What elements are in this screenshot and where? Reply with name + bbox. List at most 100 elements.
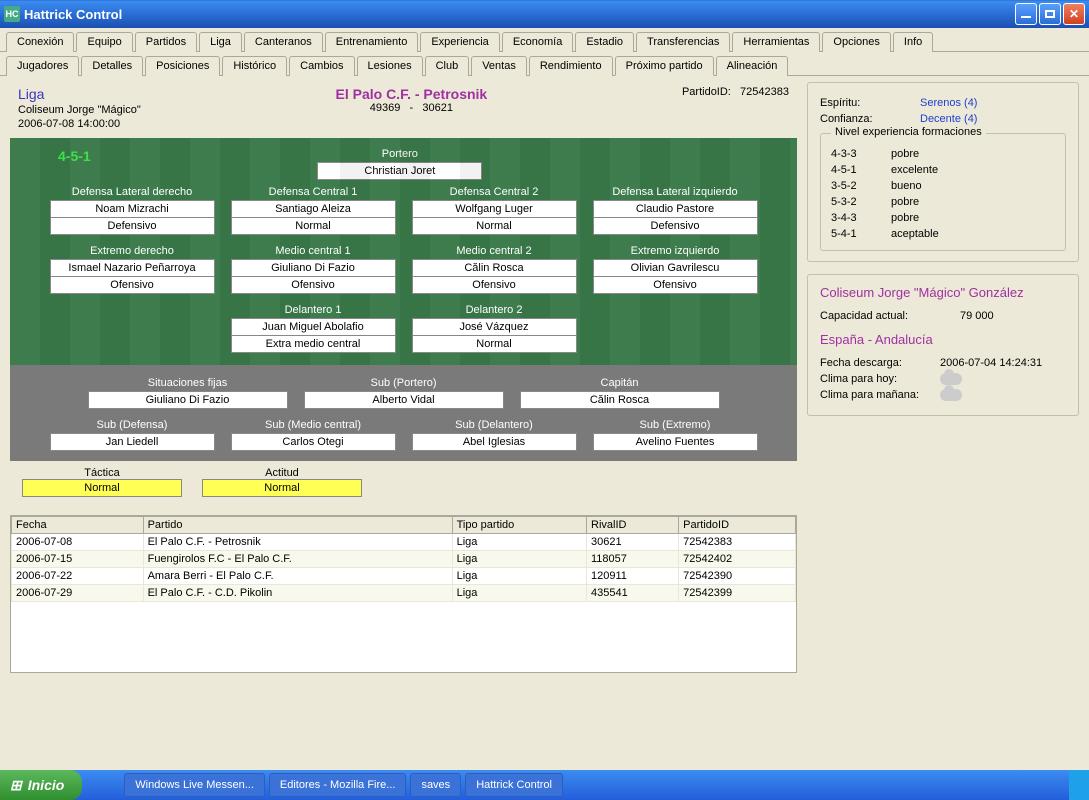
table-row[interactable]: 2006-07-29El Palo C.F. - C.D. PikolinLig… [12,585,796,602]
player-box[interactable]: Carlos Otegi [231,433,396,451]
player-box[interactable]: Călin Rosca [412,259,577,277]
lineup-pitch: 4-5-1 Portero Christian Joret Defensa La… [10,138,797,365]
region-name: España - Andalucía [820,332,1066,347]
main-tab-experiencia[interactable]: Experiencia [420,32,499,52]
main-tab-estadio[interactable]: Estadio [575,32,634,52]
player-box[interactable]: Giuliano Di Fazio [231,259,396,277]
sub-tab-7[interactable]: Ventas [471,56,527,76]
spirit-value: Serenos (4) [920,97,977,109]
download-date-label: Fecha descarga: [820,357,940,369]
taskbar-item[interactable]: Windows Live Messen... [124,773,265,797]
player-box[interactable]: Abel Iglesias [412,433,577,451]
order-box[interactable]: Ofensivo [593,277,758,294]
sub-tab-1[interactable]: Detalles [81,56,143,76]
player-box[interactable]: Ismael Nazario Peñarroya [50,259,215,277]
table-row[interactable]: 2006-07-15Fuengirolos F.C - El Palo C.F.… [12,551,796,568]
player-box[interactable]: Santiago Aleiza [231,200,396,218]
table-header[interactable]: RivalID [587,517,679,534]
sub-tab-4[interactable]: Cambios [289,56,354,76]
sub-tab-6[interactable]: Club [425,56,470,76]
player-box[interactable]: Noam Mizrachi [50,200,215,218]
sub-tab-2[interactable]: Posiciones [145,56,220,76]
tactic-value[interactable]: Normal [22,479,182,497]
window-title: Hattrick Control [24,7,1015,22]
player-box[interactable]: Alberto Vidal [304,391,504,409]
maximize-button[interactable] [1039,3,1061,25]
attitude-label: Actitud [202,467,362,479]
sub-tab-3[interactable]: Histórico [222,56,287,76]
table-row[interactable]: 2006-07-08El Palo C.F. - PetrosnikLiga30… [12,534,796,551]
order-box[interactable]: Extra medio central [231,336,396,353]
main-tab-info[interactable]: Info [893,32,933,52]
table-header[interactable]: Partido [143,517,452,534]
match-datetime: 2006-07-08 14:00:00 [18,118,141,130]
sub-tab-9[interactable]: Próximo partido [615,56,714,76]
main-tab-liga[interactable]: Liga [199,32,242,52]
attitude-value[interactable]: Normal [202,479,362,497]
main-tabbar: ConexiónEquipoPartidosLigaCanteranosEntr… [0,28,1089,52]
sub-tab-10[interactable]: Alineación [716,56,789,76]
stadium-name: Coliseum Jorge "Mágico" [18,104,141,116]
order-box[interactable]: Defensivo [593,218,758,235]
formexp-row: 5-4-1aceptable [831,228,1055,240]
order-box[interactable]: Normal [231,218,396,235]
main-tab-partidos[interactable]: Partidos [135,32,197,52]
formexp-row: 4-3-3pobre [831,148,1055,160]
player-box[interactable]: Avelino Fuentes [593,433,758,451]
position-label: Delantero 1 [231,302,396,318]
sub-tabbar: JugadoresDetallesPosicionesHistóricoCamb… [0,52,1089,76]
sub-tab-8[interactable]: Rendimiento [529,56,613,76]
sub-tab-5[interactable]: Lesiones [357,56,423,76]
player-box[interactable]: Olivian Gavrilescu [593,259,758,277]
position-label: Extremo izquierdo [593,243,758,259]
minimize-button[interactable] [1015,3,1037,25]
main-tab-conexión[interactable]: Conexión [6,32,74,52]
main-tab-entrenamiento[interactable]: Entrenamiento [325,32,419,52]
order-box[interactable]: Ofensivo [231,277,396,294]
position-label: Sub (Delantero) [412,417,577,433]
position-label: Delantero 2 [412,302,577,318]
order-box[interactable]: Normal [412,218,577,235]
main-tab-canteranos[interactable]: Canteranos [244,32,323,52]
player-box[interactable]: Claudio Pastore [593,200,758,218]
order-box[interactable]: Ofensivo [50,277,215,294]
match-header: Liga Coliseum Jorge "Mágico" 2006-07-08 … [10,82,797,134]
position-label: Capitán [520,375,720,391]
taskbar-item[interactable]: saves [410,773,461,797]
main-tab-herramientas[interactable]: Herramientas [732,32,820,52]
capacity-label: Capacidad actual: [820,310,960,322]
match-title: El Palo C.F. - Petrosnik [336,86,488,102]
table-row[interactable]: 2006-07-22Amara Berri - El Palo C.F.Liga… [12,568,796,585]
taskbar-item[interactable]: Hattrick Control [465,773,563,797]
main-tab-economía[interactable]: Economía [502,32,574,52]
player-box[interactable]: Wolfgang Luger [412,200,577,218]
system-tray[interactable] [1069,770,1089,800]
table-header[interactable]: PartidoID [679,517,796,534]
player-box[interactable]: José Vázquez [412,318,577,336]
weather-today-label: Clima para hoy: [820,373,940,385]
table-header[interactable]: Tipo partido [452,517,586,534]
taskbar-item[interactable]: Editores - Mozilla Fire... [269,773,407,797]
start-button[interactable]: ⊞Inicio [0,770,82,800]
player-gk[interactable]: Christian Joret [317,162,482,180]
order-box[interactable]: Ofensivo [412,277,577,294]
position-label: Extremo derecho [50,243,215,259]
order-box[interactable]: Defensivo [50,218,215,235]
main-tab-equipo[interactable]: Equipo [76,32,132,52]
main-tab-opciones[interactable]: Opciones [822,32,890,52]
order-box[interactable]: Normal [412,336,577,353]
formexp-title: Nivel experiencia formaciones [831,126,986,138]
match-ids: 49369 - 30621 [336,102,488,114]
formexp-row: 5-3-2pobre [831,196,1055,208]
main-tab-transferencias[interactable]: Transferencias [636,32,730,52]
player-box[interactable]: Juan Miguel Abolafio [231,318,396,336]
sub-tab-0[interactable]: Jugadores [6,56,79,76]
player-box[interactable]: Giuliano Di Fazio [88,391,288,409]
close-button[interactable]: ✕ [1063,3,1085,25]
confidence-label: Confianza: [820,113,920,125]
formation-code: 4-5-1 [18,146,131,180]
league-label: Liga [18,86,141,102]
player-box[interactable]: Jan Liedell [50,433,215,451]
table-header[interactable]: Fecha [12,517,144,534]
player-box[interactable]: Călin Rosca [520,391,720,409]
